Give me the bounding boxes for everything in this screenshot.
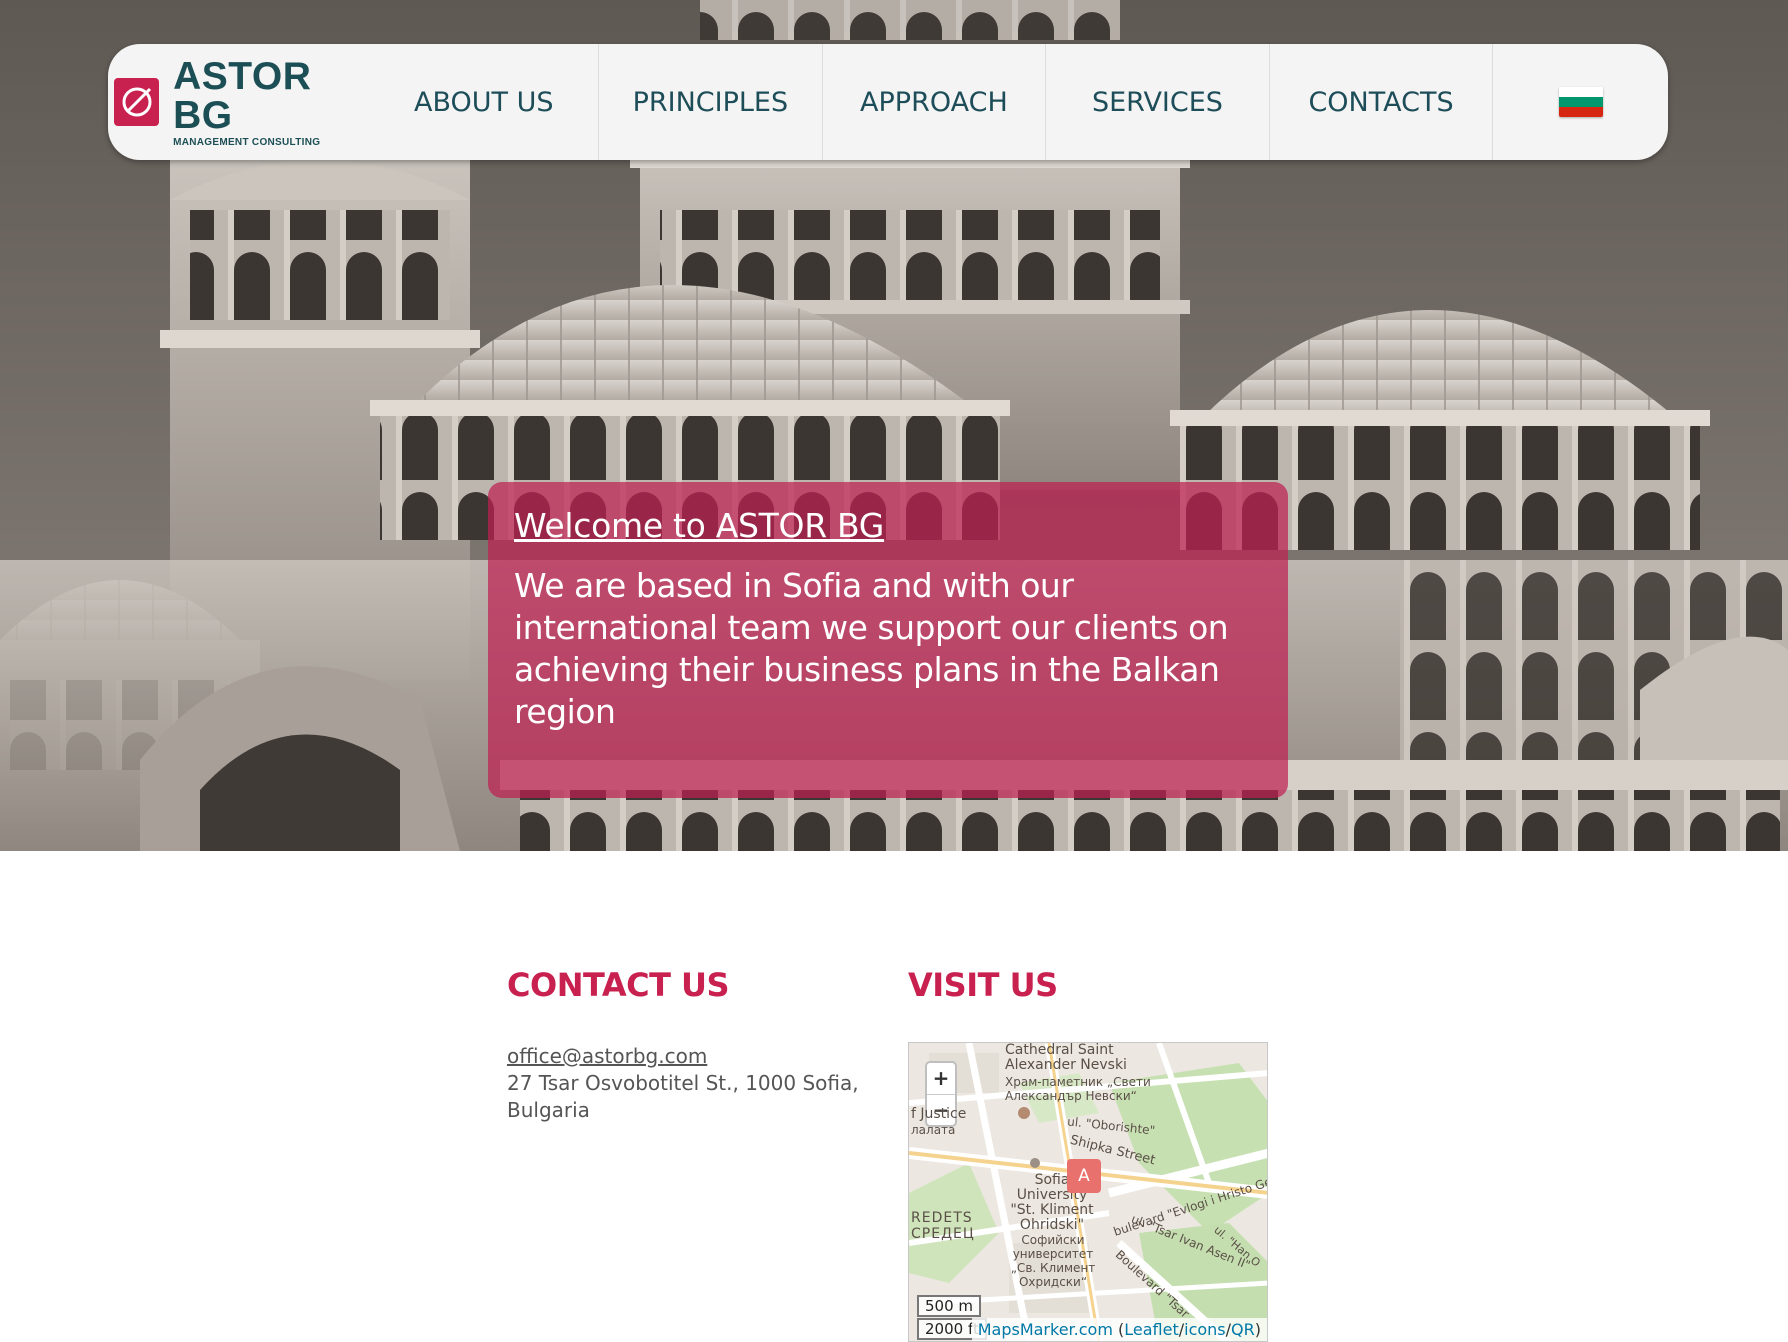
map-label-justice: f Justice <box>911 1106 967 1122</box>
map-label-cathedral: Cathedral Saint Alexander Nevski <box>1005 1042 1127 1073</box>
address-line-2: Bulgaria <box>507 1098 590 1122</box>
main-navigation: ASTOR BG MANAGEMENT CONSULTING ABOUT US … <box>108 44 1668 160</box>
location-marker-icon[interactable]: A <box>1067 1159 1101 1193</box>
map-label-justice-bg: лалата <box>911 1123 956 1137</box>
nav-approach[interactable]: APPROACH <box>823 44 1047 160</box>
location-map[interactable]: + − Cathedral Saint Alexander Nevski Хра… <box>908 1042 1268 1342</box>
site-logo[interactable]: ASTOR BG MANAGEMENT CONSULTING <box>108 44 370 160</box>
qr-link[interactable]: QR <box>1231 1320 1255 1339</box>
welcome-title[interactable]: Welcome to ASTOR BG <box>514 506 1262 545</box>
contact-info: office@astorbg.com 27 Tsar Osvobotitel S… <box>507 1043 867 1124</box>
contact-us-heading: CONTACT US <box>507 966 730 1004</box>
nav-contacts[interactable]: CONTACTS <box>1270 44 1494 160</box>
mapsmarker-link[interactable]: MapsMarker.com <box>978 1320 1113 1339</box>
map-label-redets-bg: СРЕДЕЦ <box>911 1226 975 1242</box>
map-attribution: MapsMarker.com (Leaflet/icons/QR) <box>971 1318 1267 1341</box>
map-label-redets: REDETS <box>911 1210 973 1226</box>
welcome-text: We are based in Sofia and with our inter… <box>514 566 1229 731</box>
nav-principles[interactable]: PRINCIPLES <box>599 44 823 160</box>
email-link[interactable]: office@astorbg.com <box>507 1044 707 1068</box>
zoom-in-button[interactable]: + <box>927 1063 955 1095</box>
logo-name: ASTOR BG <box>173 54 312 137</box>
map-label-cathedral-bg: Храм-паметник „Свети Александър Невски“ <box>1005 1075 1151 1103</box>
icons-link[interactable]: icons <box>1184 1320 1226 1339</box>
compass-icon <box>114 78 160 126</box>
hero-banner: ASTOR BG MANAGEMENT CONSULTING ABOUT US … <box>0 0 1788 851</box>
address-line-1: 27 Tsar Osvobotitel St., 1000 Sofia, <box>507 1071 859 1095</box>
bulgaria-flag-icon <box>1558 87 1603 117</box>
nav-services[interactable]: SERVICES <box>1046 44 1270 160</box>
language-switcher[interactable] <box>1493 44 1668 160</box>
logo-tagline: MANAGEMENT CONSULTING <box>173 136 321 148</box>
map-label-university-bg: Софийски университет „Св. Климент Охридс… <box>1010 1233 1096 1289</box>
map-scale-metric: 500 m <box>917 1295 982 1317</box>
welcome-card: Welcome to ASTOR BG We are based in Sofi… <box>488 482 1288 798</box>
leaflet-link[interactable]: Leaflet <box>1124 1320 1178 1339</box>
nav-about-us[interactable]: ABOUT US <box>370 44 600 160</box>
visit-us-heading: VISIT US <box>908 966 1058 1004</box>
